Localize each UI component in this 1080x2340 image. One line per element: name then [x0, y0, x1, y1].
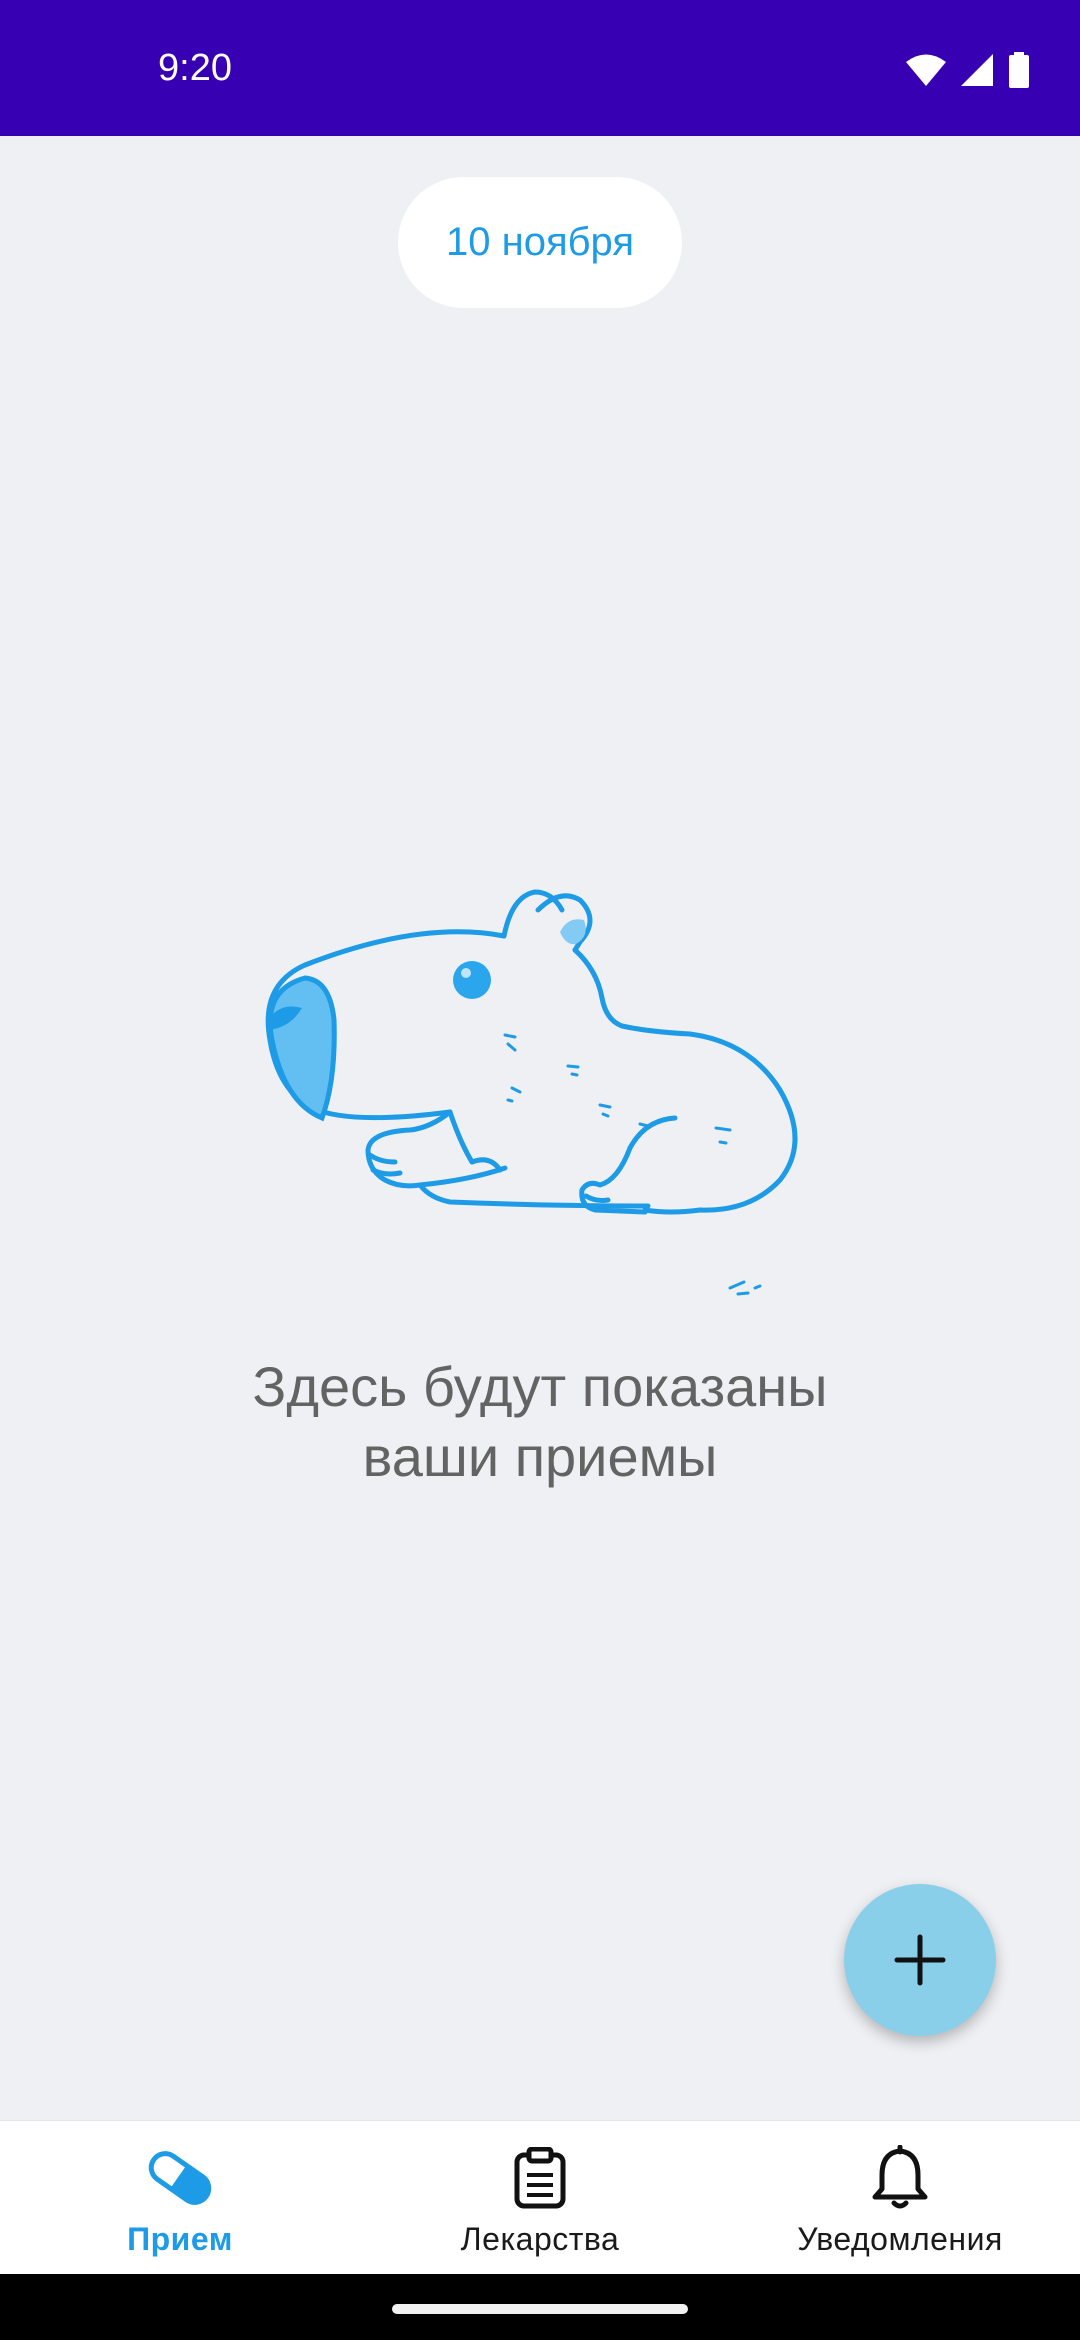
status-icons: [906, 50, 1030, 90]
system-navigation-bar: [0, 2274, 1080, 2340]
cellular-signal-icon: [961, 54, 993, 86]
pill-icon: [148, 2151, 212, 2205]
home-gesture-handle[interactable]: [392, 2304, 688, 2314]
empty-state-line-1: Здесь будут показаны: [252, 1355, 828, 1418]
nav-item-intake[interactable]: Прием: [0, 2121, 360, 2275]
wifi-icon: [906, 54, 946, 86]
clipboard-icon: [514, 2147, 566, 2209]
empty-state-line-2: ваши приемы: [362, 1425, 718, 1488]
status-bar: 9:20: [0, 0, 1080, 136]
battery-icon: [1009, 52, 1029, 88]
nav-label-intake: Прием: [127, 2221, 233, 2257]
nav-label-medicines: Лекарства: [460, 2221, 620, 2257]
date-selector-button[interactable]: 10 ноября: [398, 177, 682, 308]
bell-icon: [872, 2145, 928, 2209]
empty-state-message: Здесь будут показаны ваши приемы: [0, 1352, 1080, 1492]
capybara-illustration: [265, 889, 798, 1296]
nav-item-medicines[interactable]: Лекарства: [360, 2121, 720, 2275]
nav-label-notifications: Уведомления: [797, 2221, 1003, 2257]
add-intake-button[interactable]: [844, 1884, 996, 2036]
date-label: 10 ноября: [446, 220, 634, 264]
bottom-navigation: Прием Лекарства Уведомления: [0, 2120, 1080, 2275]
status-time: 9:20: [158, 47, 232, 89]
plus-icon: [894, 1934, 946, 1986]
nav-item-notifications[interactable]: Уведомления: [720, 2121, 1080, 2275]
